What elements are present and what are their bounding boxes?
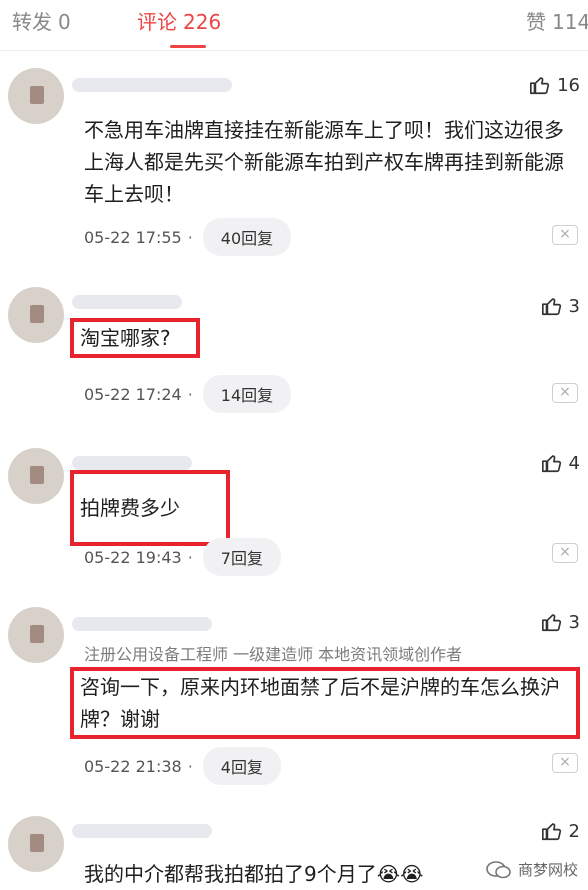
comment-item: 3 注册公用设备工程师 一级建造师 本地资讯领域创作者 咨询一下，原来内环地面禁… — [0, 595, 588, 800]
tab-bar: 转发 0 评论 226 赞 114 — [0, 0, 588, 51]
tab-comments-label: 评论 — [137, 10, 177, 34]
tab-likes-count: 114 — [552, 10, 588, 34]
comment-time: 05-22 17:24 — [84, 384, 182, 404]
comment-item: 4 拍牌费多少 05-22 19:43 · 7回复 × — [0, 430, 588, 595]
separator-dot: · — [187, 756, 193, 776]
thumbs-up-icon — [541, 455, 561, 473]
separator-dot: · — [187, 227, 193, 247]
comment-meta: 05-22 21:38 · 4回复 — [84, 747, 281, 785]
like-button[interactable]: 16 — [529, 74, 580, 96]
username-redacted[interactable] — [72, 78, 232, 92]
user-role: 注册公用设备工程师 一级建造师 本地资讯领域创作者 — [84, 645, 463, 664]
watermark: 商梦网校 — [486, 859, 578, 880]
tab-comments[interactable]: 评论 226 — [137, 6, 221, 35]
comment-item: 3 淘宝哪家? 05-22 17:24 · 14回复 × — [0, 265, 588, 430]
comment-text: 不急用车油牌直接挂在新能源车上了呗！我们这边很多上海人都是先买个新能源车拍到产权… — [84, 118, 564, 206]
like-count: 4 — [568, 452, 580, 474]
tab-repost-label: 转发 — [12, 10, 52, 34]
watermark-text: 商梦网校 — [517, 861, 578, 879]
comment-time: 05-22 17:55 — [84, 227, 182, 247]
replies-button[interactable]: 40回复 — [202, 218, 292, 256]
thumbs-up-icon — [541, 298, 561, 316]
replies-button[interactable]: 4回复 — [202, 747, 281, 785]
separator-dot: · — [187, 384, 193, 404]
tab-likes-label: 赞 — [526, 10, 546, 34]
avatar[interactable] — [8, 816, 64, 872]
like-button[interactable]: 4 — [541, 452, 580, 474]
like-count: 3 — [568, 295, 580, 317]
avatar[interactable] — [8, 287, 64, 343]
avatar[interactable] — [8, 607, 64, 663]
comment-meta: 05-22 17:24 · 14回复 — [84, 375, 292, 413]
like-button[interactable]: 3 — [541, 295, 580, 317]
close-icon[interactable]: × — [552, 225, 578, 245]
close-icon[interactable]: × — [552, 753, 578, 773]
thumbs-up-icon — [541, 823, 561, 841]
comment-time: 05-22 19:43 — [84, 547, 182, 567]
like-count: 16 — [557, 74, 580, 96]
wechat-icon — [486, 860, 511, 878]
thumbs-up-icon — [530, 77, 550, 95]
like-button[interactable]: 3 — [541, 611, 580, 633]
tab-repost[interactable]: 转发 0 — [12, 6, 71, 35]
username-redacted[interactable] — [72, 617, 212, 631]
avatar[interactable] — [8, 68, 64, 124]
close-icon[interactable]: × — [552, 383, 578, 403]
comment-meta: 05-22 17:55 · 40回复 — [84, 218, 292, 256]
replies-button[interactable]: 7回复 — [202, 538, 281, 576]
like-button[interactable]: 2 — [541, 820, 580, 842]
comment-meta: 05-22 19:43 · 7回复 — [84, 538, 281, 576]
username-redacted[interactable] — [72, 295, 182, 309]
comment-text: 淘宝哪家? — [70, 318, 200, 358]
tab-likes[interactable]: 赞 114 — [526, 6, 588, 35]
thumbs-up-icon — [541, 614, 561, 632]
replies-button[interactable]: 14回复 — [202, 375, 292, 413]
like-count: 2 — [568, 820, 580, 842]
username-redacted[interactable] — [72, 824, 212, 838]
close-icon[interactable]: × — [552, 543, 578, 563]
active-tab-indicator — [170, 45, 206, 48]
tab-comments-count: 226 — [183, 10, 222, 34]
separator-dot: · — [187, 547, 193, 567]
like-count: 3 — [568, 611, 580, 633]
comment-item: 16 不急用车油牌直接挂在新能源车上了呗！我们这边很多上海人都是先买个新能源车拍… — [0, 50, 588, 265]
avatar[interactable] — [8, 448, 64, 504]
comment-time: 05-22 21:38 — [84, 756, 182, 776]
tab-repost-count: 0 — [58, 10, 71, 34]
username-redacted[interactable] — [72, 456, 192, 470]
comment-text: 咨询一下，原来内环地面禁了后不是沪牌的车怎么换沪牌？谢谢 — [70, 667, 580, 739]
comment-text: 拍牌费多少 — [70, 470, 230, 546]
